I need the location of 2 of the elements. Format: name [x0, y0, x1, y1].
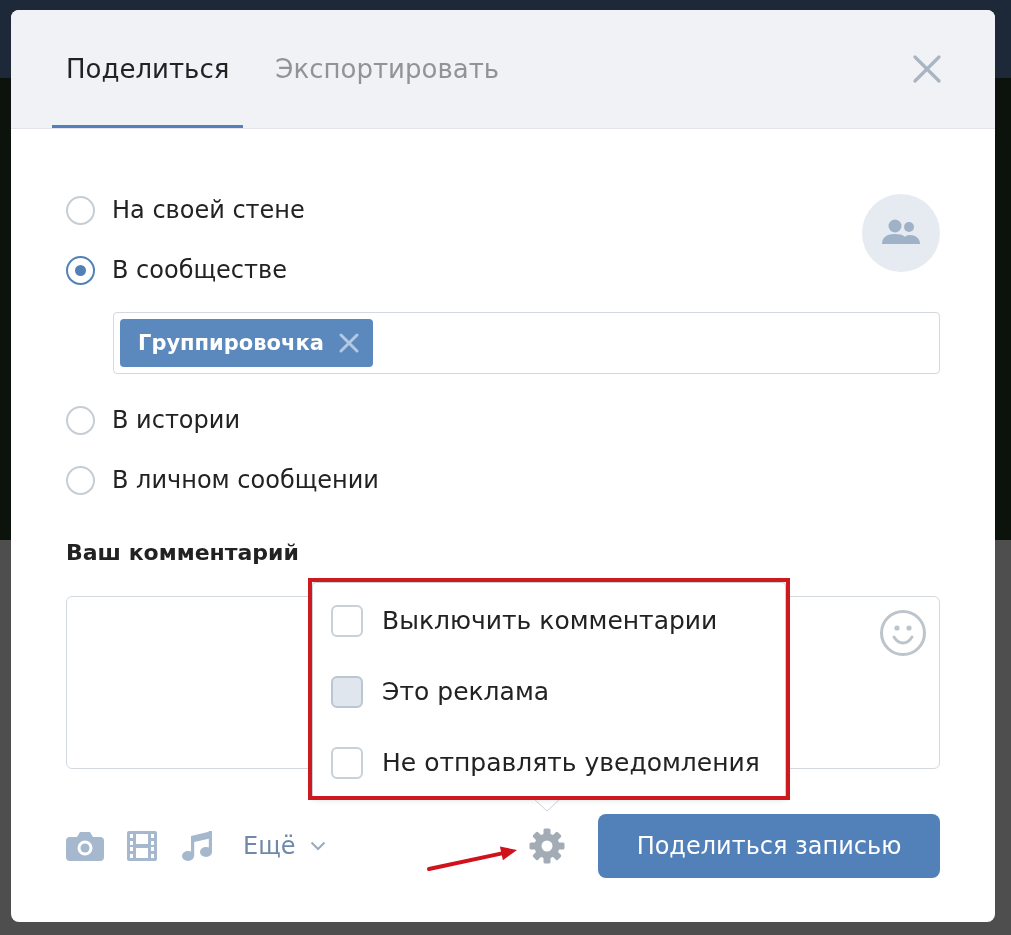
comment-label: Ваш комментарий: [66, 539, 299, 567]
tag-label: Группировочка: [138, 331, 324, 355]
